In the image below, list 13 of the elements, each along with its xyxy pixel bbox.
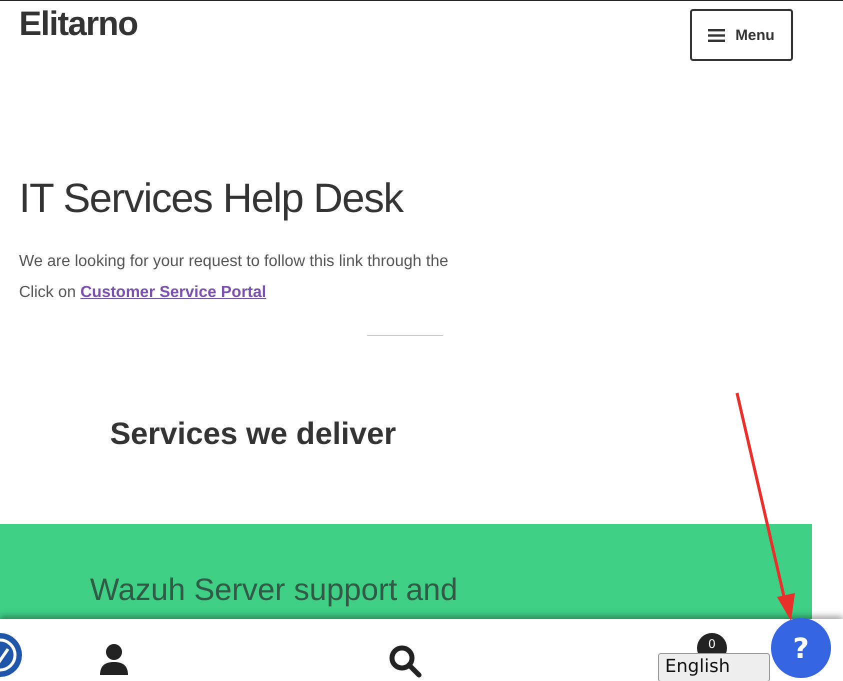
intro-text: We are looking for your request to follow this link through the xyxy=(19,252,450,272)
site-title[interactable]: Elitarno xyxy=(19,4,138,44)
search-icon[interactable] xyxy=(388,644,422,678)
link-prefix: Click on xyxy=(19,284,76,301)
portal-link[interactable]: Customer Service Portal xyxy=(80,284,266,301)
page-title: IT Services Help Desk xyxy=(19,175,405,222)
help-button[interactable]: ? xyxy=(771,618,831,678)
user-icon[interactable] xyxy=(99,643,129,675)
menu-icon xyxy=(708,28,726,42)
language-select[interactable]: English xyxy=(658,653,770,681)
card-title: Wazuh Server support and xyxy=(90,572,459,608)
section-heading: Services we deliver xyxy=(110,416,398,452)
menu-button[interactable]: Menu xyxy=(690,9,793,61)
